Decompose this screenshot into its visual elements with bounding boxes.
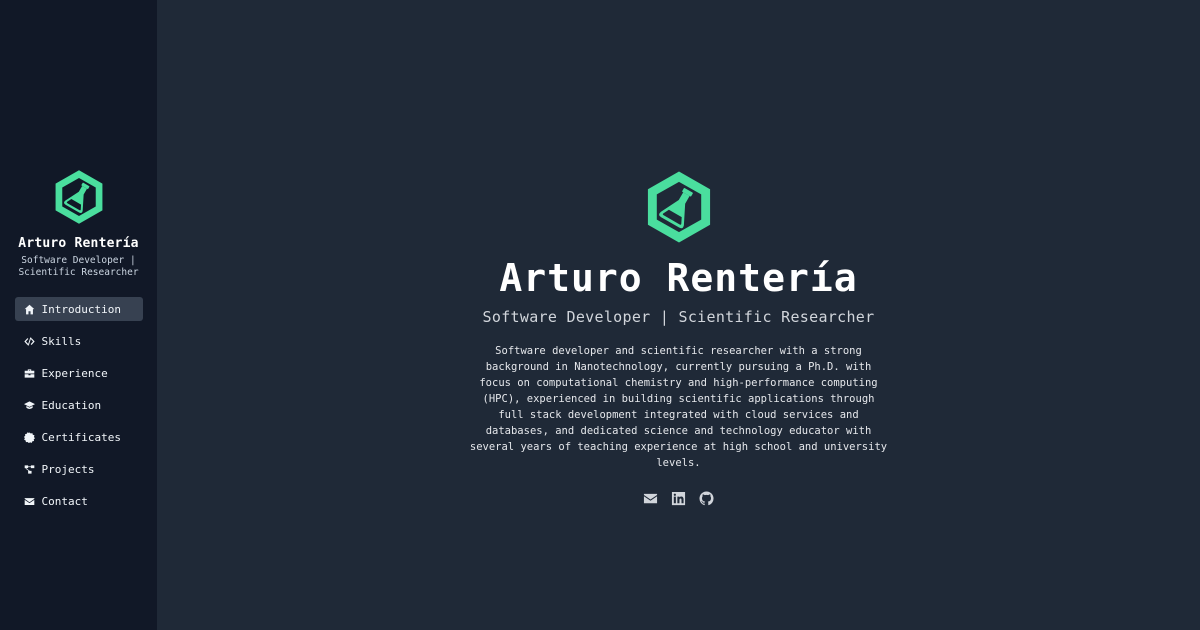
nav-item-certificates[interactable]: Certificates	[15, 425, 143, 449]
code-icon	[24, 335, 36, 347]
graduation-cap-icon	[24, 399, 36, 411]
github-icon	[699, 491, 714, 506]
flask-hexagon-icon	[647, 171, 710, 243]
email-link[interactable]	[643, 491, 658, 506]
nav-item-projects[interactable]: Projects	[15, 457, 143, 481]
nav-item-introduction[interactable]: Introduction	[14, 297, 143, 321]
nav-label: Skills	[41, 334, 82, 348]
sidebar-name: Arturo Rentería	[18, 236, 139, 251]
nav-label: Education	[41, 398, 102, 412]
nav-item-contact[interactable]: Contact	[15, 489, 143, 513]
nav-label: Projects	[41, 462, 95, 476]
certificate-icon	[24, 431, 36, 443]
linkedin-link[interactable]	[671, 491, 686, 506]
envelope-icon	[643, 493, 658, 504]
sidebar-nav: Introduction Skills Experience Education…	[14, 297, 143, 513]
nav-item-education[interactable]: Education	[15, 393, 143, 417]
main-content: Arturo Rentería Software Developer | Sci…	[157, 0, 1200, 630]
hero-subtitle: Software Developer | Scientific Research…	[482, 308, 875, 326]
linkedin-icon	[671, 491, 686, 506]
project-diagram-icon	[24, 463, 36, 475]
nav-label: Experience	[41, 366, 108, 380]
sidebar: Arturo Rentería Software Developer | Sci…	[0, 0, 157, 630]
github-link[interactable]	[699, 491, 714, 506]
nav-label: Contact	[41, 494, 88, 508]
nav-item-experience[interactable]: Experience	[15, 361, 143, 385]
flask-hexagon-icon[interactable]	[51, 168, 107, 226]
hero-bio: Software developer and scientific resear…	[469, 345, 888, 469]
hero-name: Arturo Rentería	[499, 256, 858, 300]
envelope-icon	[24, 495, 36, 507]
nav-label: Introduction	[41, 302, 121, 316]
social-links	[643, 491, 714, 506]
home-icon	[24, 303, 36, 315]
nav-label: Certificates	[41, 430, 121, 444]
sidebar-subtitle: Software Developer | Scientific Research…	[18, 255, 139, 278]
nav-item-skills[interactable]: Skills	[15, 329, 143, 353]
briefcase-icon	[24, 367, 36, 379]
